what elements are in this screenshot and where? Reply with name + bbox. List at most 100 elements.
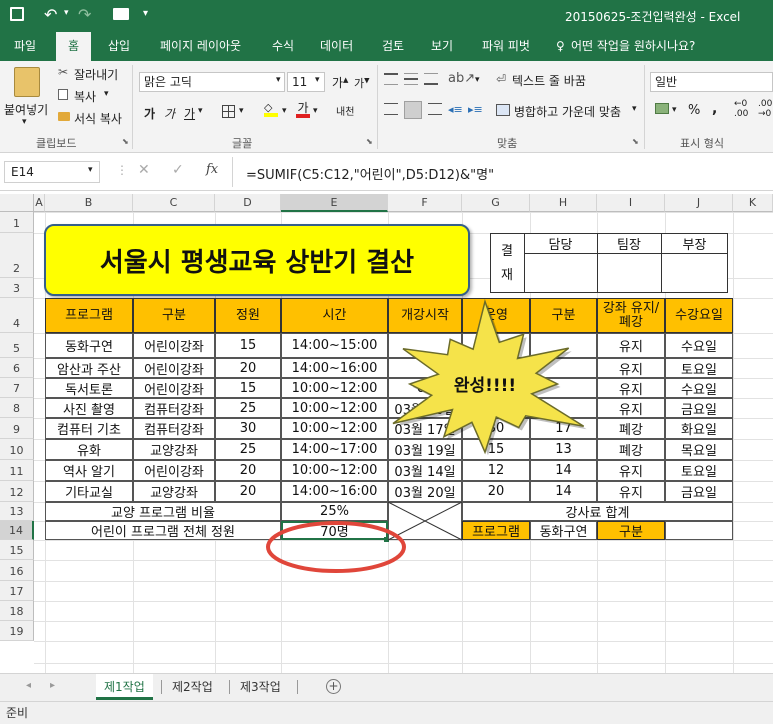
accounting-icon[interactable] [655,103,669,114]
scroll-left-icon[interactable]: ◂ [26,680,31,691]
table-cell[interactable] [530,398,597,418]
table-cell[interactable]: 14 [530,481,597,502]
select-all-corner[interactable] [0,194,34,212]
percent-button[interactable]: % [688,103,700,118]
edu-ratio-label[interactable]: 교양 프로그램 비율 [45,502,281,521]
lookup-category-value[interactable] [665,521,733,540]
alignment-launcher-icon[interactable]: ⬊ [632,137,639,146]
copy-icon[interactable] [58,89,68,100]
sheet-tab-2[interactable]: 제2작업 [164,674,221,700]
number-format-combo[interactable]: 일반 [650,72,773,92]
table-cell[interactable]: 컴퓨터 기초 [45,418,133,439]
table-cell[interactable]: 14:00~16:00 [281,358,388,378]
tab-formulas[interactable]: 수식 [272,32,294,61]
column-header-i[interactable]: I [597,194,665,212]
phonetic-icon[interactable]: 내천 [336,103,354,118]
column-header-b[interactable]: B [45,194,133,212]
tab-review[interactable]: 검토 [382,32,404,61]
column-header-k[interactable]: K [733,194,773,212]
tab-view[interactable]: 보기 [431,32,453,61]
table-cell[interactable]: 15 [462,439,530,460]
table-cell[interactable]: 교양강좌 [133,481,215,502]
redo-icon[interactable]: ↷ [78,5,91,24]
tell-me-search[interactable]: 어떤 작업을 원하시나요? [571,32,695,61]
clipboard-launcher-icon[interactable]: ⬊ [122,137,129,146]
table-cell[interactable]: 사진 촬영 [45,398,133,418]
align-left-icon[interactable] [384,103,398,115]
table-cell[interactable]: 기타교실 [45,481,133,502]
table-cell[interactable]: 10:00~12:00 [281,460,388,481]
orientation-dropdown-icon[interactable]: ▾ [475,75,480,85]
table-cell[interactable]: 10:00~12:00 [281,418,388,439]
align-bottom-icon[interactable] [424,73,438,85]
table-cell[interactable]: 20 [215,481,281,502]
table-cell[interactable]: 10:00~12:00 [281,378,388,398]
table-cell[interactable]: 컴퓨터강좌 [133,418,215,439]
font-size-dropdown-icon[interactable]: ▾ [315,75,320,85]
table-cell[interactable]: 10:00~12:00 [281,398,388,418]
table-cell[interactable]: 20 [215,358,281,378]
table-cell[interactable] [462,378,530,398]
lookup-category-label[interactable]: 구분 [597,521,665,540]
table-cell[interactable]: 15 [215,378,281,398]
customize-qat-icon[interactable]: ▾ [143,8,148,19]
comma-button[interactable]: , [712,101,717,117]
tab-file[interactable]: 파일 [14,32,36,61]
table-cell[interactable]: 어린이강좌 [133,333,215,358]
row-header-18[interactable]: 18 [0,601,34,621]
table-cell[interactable]: 교양강좌 [133,439,215,460]
column-header-e[interactable]: E [281,194,388,212]
table-cell[interactable]: 12 [462,460,530,481]
table-cell[interactable]: 화요일 [665,418,733,439]
row-header-5[interactable]: 5 [0,333,34,358]
row-header-19[interactable]: 19 [0,621,34,641]
font-name-combo[interactable]: 맑은 고딕 [139,72,285,92]
row-header-11[interactable]: 11 [0,460,34,481]
table-cell[interactable] [462,358,530,378]
row-header-2[interactable]: 2 [0,233,34,278]
font-color-icon[interactable]: 가 [296,102,310,118]
table-cell[interactable]: 유지 [597,398,665,418]
name-box-dropdown-icon[interactable]: ▾ [88,165,93,175]
table-cell[interactable]: 20 [215,460,281,481]
approval-sign-cell[interactable] [597,253,661,293]
lookup-program-label[interactable]: 프로그램 [462,521,530,540]
table-cell[interactable]: 폐강 [597,418,665,439]
format-painter-icon[interactable] [58,112,70,121]
row-header-4[interactable]: 4 [0,298,34,333]
orientation-icon[interactable]: ab↗ [448,71,475,86]
row-header-14[interactable]: 14 [0,521,34,540]
bold-button[interactable]: 가 [144,105,155,122]
name-box[interactable]: E14 [4,161,100,183]
undo-icon[interactable]: ↶ [44,5,57,24]
column-header-a[interactable]: A [34,194,45,212]
table-cell[interactable]: 컴퓨터강좌 [133,398,215,418]
column-header-c[interactable]: C [133,194,215,212]
table-cell[interactable]: 동화구연 [45,333,133,358]
align-center-icon[interactable] [404,101,422,119]
accounting-dropdown-icon[interactable]: ▾ [672,105,677,115]
cut-icon[interactable]: ✂ [58,65,68,79]
table-cell[interactable] [530,333,597,358]
table-cell[interactable]: 폐강 [597,439,665,460]
decrease-indent-icon[interactable]: ◂≡ [448,103,463,116]
table-cell[interactable]: 03월 20일 [388,398,462,418]
table-cell[interactable]: 유지 [597,333,665,358]
wrap-text-button[interactable]: 텍스트 줄 바꿈 [512,72,586,89]
font-name-dropdown-icon[interactable]: ▾ [276,75,281,85]
row-header-3[interactable]: 3 [0,278,34,298]
underline-dropdown-icon[interactable]: ▾ [198,106,203,116]
table-cell[interactable]: 15 [215,333,281,358]
table-cell[interactable]: 25 [215,439,281,460]
paste-icon[interactable] [14,67,40,97]
wrap-text-icon[interactable]: ⏎ [496,72,506,86]
table-cell[interactable]: 금요일 [665,481,733,502]
borders-icon[interactable] [222,105,235,118]
enter-icon[interactable]: ✓ [172,162,184,178]
table-cell[interactable]: 목요일 [665,439,733,460]
table-cell[interactable]: 유지 [597,460,665,481]
decrease-decimal-icon[interactable]: .00 →0 [758,99,772,119]
font-launcher-icon[interactable]: ⬊ [366,137,373,146]
row-header-10[interactable]: 10 [0,439,34,460]
merge-dropdown-icon[interactable]: ▾ [632,104,637,114]
